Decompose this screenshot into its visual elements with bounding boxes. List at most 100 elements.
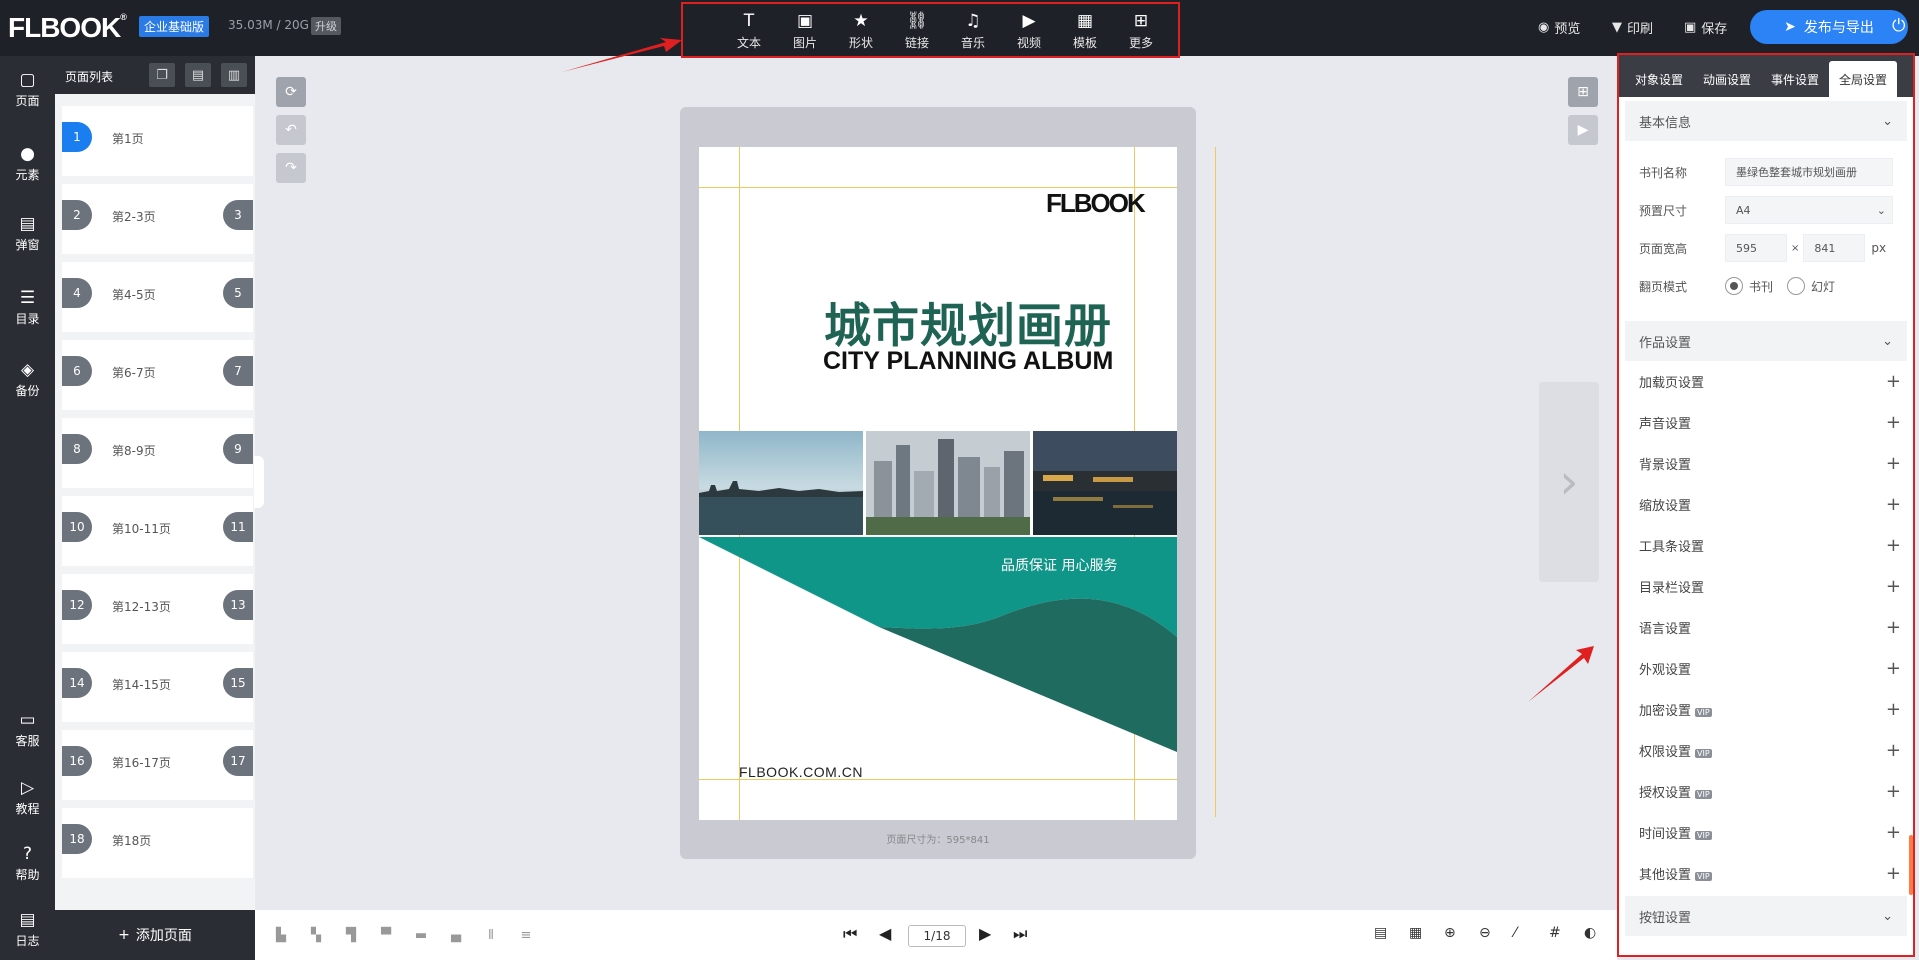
canvas-url[interactable]: FLBOOK.COM.CN [739,764,863,780]
settings-item[interactable]: 目录栏设置 + [1619,566,1913,607]
last-page-icon[interactable]: ⏭ [1013,924,1027,944]
align-top-icon[interactable]: ▀ [378,927,394,943]
collapse-panel-handle[interactable] [254,456,264,508]
canvas-subtitle[interactable]: CITY PLANNING ALBUM [823,347,1113,376]
settings-item[interactable]: 权限设置 VIP + [1619,730,1913,771]
nav-backup[interactable]: ◈ 备份 [0,360,55,399]
settings-item[interactable]: 声音设置 + [1619,402,1913,443]
page-list-item[interactable]: 16 第16-17页 17 [62,730,253,800]
canvas-slogan[interactable]: 品质保证 用心服务 [1001,555,1117,575]
print-button[interactable]: ▼ 印刷 [1612,18,1653,37]
publish-button[interactable]: ➤ 发布与导出 [1750,10,1908,44]
app-logo[interactable]: FLBOOK® [8,12,127,44]
grid-icon[interactable]: # [1549,925,1561,941]
nav-tutorial[interactable]: ▷ 教程 [0,778,55,817]
book-name-input[interactable]: 墨绿色整套城市规划画册 [1725,158,1893,186]
tool-link[interactable]: ⛓ 链接 [889,4,945,56]
align-center-icon[interactable]: ▚ [308,927,324,943]
page-list-item[interactable]: 12 第12-13页 13 [62,574,253,644]
page-list-item[interactable]: 1 第1页 [62,106,253,176]
settings-item[interactable]: 缩放设置 + [1619,484,1913,525]
nav-catalog[interactable]: ☰ 目录 [0,288,55,327]
delete-page-icon[interactable]: ▥ [221,63,247,87]
page-list-item[interactable]: 14 第14-15页 15 [62,652,253,722]
settings-item[interactable]: 加载页设置 + [1619,361,1913,402]
ruler-icon[interactable]: ⁄ [1514,925,1516,941]
distribute-v-icon[interactable]: ≡ [518,927,534,943]
tool-video[interactable]: ▶ 视频 [1001,4,1057,56]
nav-help[interactable]: ? 帮助 [0,844,55,883]
button-settings-header[interactable]: 按钮设置 ⌄ [1625,896,1907,936]
page-list-item[interactable]: 10 第10-11页 11 [62,496,253,566]
nav-popup[interactable]: ▤ 弹窗 [0,214,55,253]
document-icon[interactable]: ▤ [1374,925,1387,941]
tool-image[interactable]: ▣ 图片 [777,4,833,56]
tool-star[interactable]: ★ 形状 [833,4,889,56]
nav-element[interactable]: ● 元素 [0,144,55,183]
city-photo-skyline[interactable] [699,431,863,535]
align-middle-icon[interactable]: ▬ [413,927,429,943]
canvas-title[interactable]: 城市规划画册 [824,287,1112,356]
align-right-icon[interactable]: ▜ [343,927,359,943]
settings-item[interactable]: 加密设置 VIP + [1619,689,1913,730]
page-width-input[interactable]: 595 [1725,234,1787,262]
zoom-out-icon[interactable]: ⊖ [1479,925,1491,941]
table-icon[interactable]: ▦ [1409,925,1422,941]
first-page-icon[interactable]: ⏮ [843,924,857,944]
settings-tab[interactable]: 动画设置 [1693,61,1761,97]
zoom-in-icon[interactable]: ⊕ [1444,925,1456,941]
settings-tab[interactable]: 事件设置 [1761,61,1829,97]
settings-tab[interactable]: 全局设置 [1829,61,1898,97]
copy-page-icon[interactable]: ❐ [149,63,175,87]
city-photo-downtown[interactable] [866,431,1030,535]
page-list-item[interactable]: 18 第18页 [62,808,253,878]
align-left-icon[interactable]: ▙ [273,927,289,943]
page-list-item[interactable]: 2 第2-3页 3 [62,184,253,254]
power-icon[interactable]: ⏻ [1892,16,1905,36]
page-canvas[interactable]: FLBOOK 城市规划画册 CITY PLANNING ALBUM 品质保证 用… [699,147,1177,820]
prev-page-icon[interactable]: ◀ [879,924,891,943]
city-photo-night[interactable] [1033,431,1177,535]
page-height-input[interactable]: 841 [1803,234,1866,262]
refresh-icon[interactable]: ⟳ [276,77,306,107]
settings-item[interactable]: 语言设置 + [1619,607,1913,648]
save-button[interactable]: ▣ 保存 [1684,18,1727,37]
duplicate-page-icon[interactable]: ▤ [185,63,211,87]
settings-item[interactable]: 授权设置 VIP + [1619,771,1913,812]
nav-support[interactable]: ▭ 客服 [0,710,55,749]
mode-icon[interactable]: ◐ [1584,925,1596,941]
scrollbar[interactable] [1909,835,1913,895]
preview-button[interactable]: ◉ 预览 [1538,18,1580,37]
page-list-item[interactable]: 8 第8-9页 9 [62,418,253,488]
add-page-button[interactable]: + 添加页面 [55,910,255,960]
canvas-logo[interactable]: FLBOOK [1046,188,1146,219]
settings-item[interactable]: 时间设置 VIP + [1619,812,1913,853]
tool-more[interactable]: ⊞ 更多 [1113,4,1169,56]
tool-template[interactable]: ▦ 模板 [1057,4,1113,56]
play-icon[interactable]: ▶ [1568,115,1598,145]
work-settings-header[interactable]: 作品设置 ⌄ [1625,321,1907,361]
align-bottom-icon[interactable]: ▄ [448,927,464,943]
preset-size-select[interactable]: A4 ⌄ [1725,196,1893,224]
settings-item[interactable]: 工具条设置 + [1619,525,1913,566]
add-layer-icon[interactable]: ⊞ [1568,77,1598,107]
basic-info-header[interactable]: 基本信息 ⌄ [1625,101,1907,141]
page-list-item[interactable]: 6 第6-7页 7 [62,340,253,410]
tool-text[interactable]: T 文本 [721,4,777,56]
upgrade-button[interactable]: 升级 [311,17,341,35]
redo-icon[interactable]: ↷ [276,153,306,183]
mode-slide-radio[interactable] [1787,277,1806,295]
mode-book-radio[interactable] [1725,277,1743,295]
undo-icon[interactable]: ↶ [276,115,306,145]
settings-item[interactable]: 其他设置 VIP + [1619,853,1913,894]
page-number-input[interactable]: 1/18 [908,925,966,947]
settings-tab[interactable]: 对象设置 [1625,61,1693,97]
distribute-h-icon[interactable]: ⦀ [483,927,499,943]
nav-log[interactable]: ▤ 日志 [0,910,55,949]
page-list-item[interactable]: 4 第4-5页 5 [62,262,253,332]
settings-item[interactable]: 背景设置 + [1619,443,1913,484]
next-page-icon[interactable]: ▶ [979,924,991,943]
next-page-button[interactable]: › [1539,382,1599,582]
nav-page[interactable]: ▢ 页面 [0,70,55,109]
settings-item[interactable]: 外观设置 + [1619,648,1913,689]
